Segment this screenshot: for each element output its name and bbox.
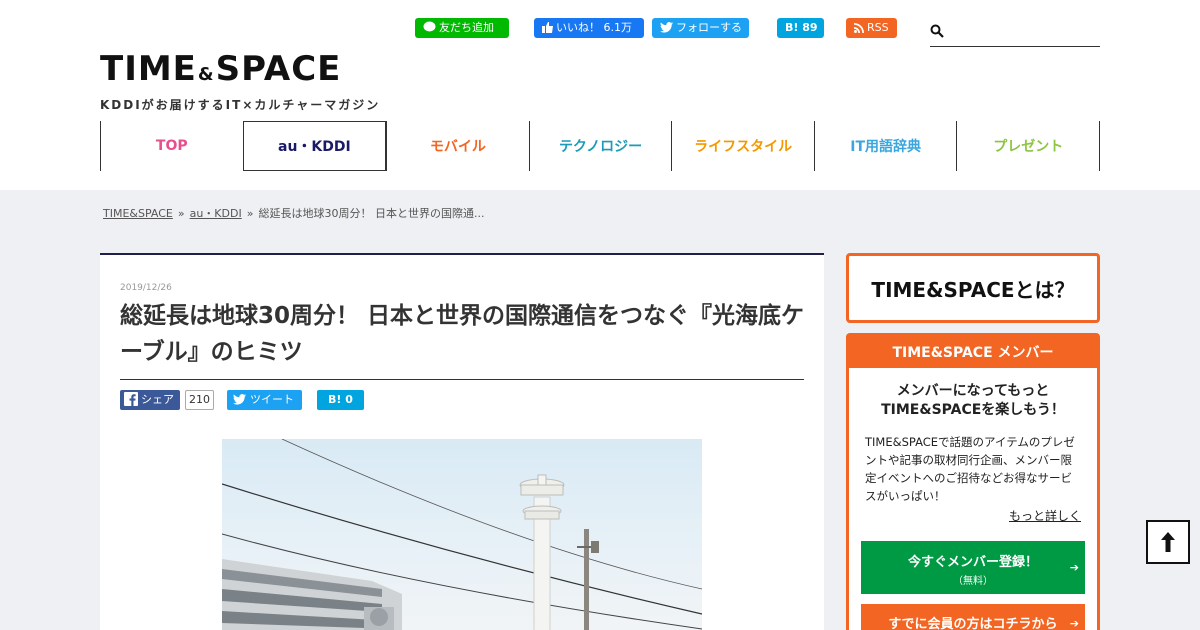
search-icon[interactable] bbox=[930, 24, 944, 38]
rss-icon bbox=[854, 23, 864, 33]
search-input[interactable] bbox=[950, 20, 1098, 44]
arrow-right-icon: ➔ bbox=[1069, 617, 1079, 630]
twitter-tweet-button[interactable]: ツイート bbox=[227, 390, 302, 410]
article-date: 2019/12/26 bbox=[120, 283, 172, 293]
nav-item-top[interactable]: TOP bbox=[100, 121, 243, 171]
breadcrumb-category-link[interactable]: au・KDDI bbox=[190, 207, 242, 220]
arrow-up-icon bbox=[1161, 532, 1175, 552]
landing-station-photo bbox=[222, 439, 702, 630]
twitter-bird-icon bbox=[233, 394, 246, 405]
nav-item-present[interactable]: プレゼント bbox=[956, 121, 1101, 171]
facebook-like-button[interactable]: いいね！ 6.1万 bbox=[534, 18, 644, 38]
site-header: TIME&SPACE KDDIがお届けするIT×カルチャーマガジン 友だち追加 … bbox=[0, 0, 1200, 190]
facebook-share-count: 210 bbox=[185, 390, 214, 410]
facebook-icon bbox=[124, 392, 138, 406]
arrow-right-icon: ➔ bbox=[1069, 560, 1079, 574]
search-box bbox=[930, 18, 1100, 47]
line-add-friend-button[interactable]: 友だち追加 bbox=[415, 18, 509, 38]
register-button[interactable]: 今すぐメンバー登録！ （無料） ➔ bbox=[861, 541, 1085, 594]
hatena-bookmark-button[interactable]: B! 89 bbox=[777, 18, 824, 38]
member-signup-box: TIME&SPACE メンバー メンバーになってもっと TIME&SPACEを楽… bbox=[846, 333, 1100, 630]
member-more-link[interactable]: もっと詳しく bbox=[1009, 507, 1081, 524]
line-icon bbox=[423, 21, 436, 32]
breadcrumb-current: 総延長は地球30周分！ 日本と世界の国際通... bbox=[258, 207, 485, 220]
twitter-bird-icon bbox=[660, 22, 673, 33]
twitter-follow-button[interactable]: フォローする bbox=[652, 18, 749, 38]
nav-item-it-glossary[interactable]: IT用語辞典 bbox=[813, 121, 957, 171]
logo-wordmark: TIME&SPACE bbox=[100, 49, 342, 89]
breadcrumb: TIME&SPACE» au・KDDI» 総延長は地球30周分！ 日本と世界の国際通… bbox=[103, 207, 485, 220]
member-description: TIME&SPACEで話題のアイテムのプレゼントや記事の取材同行企画、メンバー限… bbox=[865, 435, 1075, 503]
member-box-heading: TIME&SPACE メンバー bbox=[849, 336, 1097, 368]
main-nav: TOP au・KDDI モバイル テクノロジー ライフスタイル IT用語辞典 プ… bbox=[100, 121, 1101, 171]
hatena-bookmark-share-button[interactable]: B! 0 bbox=[317, 390, 364, 410]
logo-tagline: KDDIがお届けするIT×カルチャーマガジン bbox=[100, 98, 381, 112]
breadcrumb-home-link[interactable]: TIME&SPACE bbox=[103, 207, 173, 220]
title-divider bbox=[120, 379, 804, 380]
article-title: 総延長は地球30周分！ 日本と世界の国際通信をつなぐ『光海底ケーブル』のヒミツ bbox=[120, 303, 805, 365]
back-to-top-button[interactable] bbox=[1146, 520, 1190, 564]
article-hero-image bbox=[222, 439, 702, 630]
about-time-and-space-banner[interactable]: TIME&SPACEとは？ bbox=[846, 253, 1100, 323]
nav-item-mobile[interactable]: モバイル bbox=[386, 121, 529, 171]
nav-item-au-kddi[interactable]: au・KDDI bbox=[242, 121, 387, 171]
member-login-button[interactable]: すでに会員の方はコチラから ➔ bbox=[861, 604, 1085, 630]
article: 2019/12/26 総延長は地球30周分！ 日本と世界の国際通信をつなぐ『光海… bbox=[100, 253, 824, 630]
site-logo[interactable]: TIME&SPACE KDDIがお届けするIT×カルチャーマガジン bbox=[100, 50, 380, 113]
nav-item-lifestyle[interactable]: ライフスタイル bbox=[671, 121, 814, 171]
rss-button[interactable]: RSS bbox=[846, 18, 897, 38]
main-content: TIME&SPACE» au・KDDI» 総延長は地球30周分！ 日本と世界の国際通… bbox=[0, 190, 1200, 630]
nav-item-technology[interactable]: テクノロジー bbox=[528, 121, 672, 171]
thumbs-up-icon bbox=[542, 22, 553, 33]
facebook-share-button[interactable]: シェア bbox=[120, 390, 180, 410]
member-lead: メンバーになってもっと TIME&SPACEを楽しもう！ bbox=[881, 383, 1065, 418]
